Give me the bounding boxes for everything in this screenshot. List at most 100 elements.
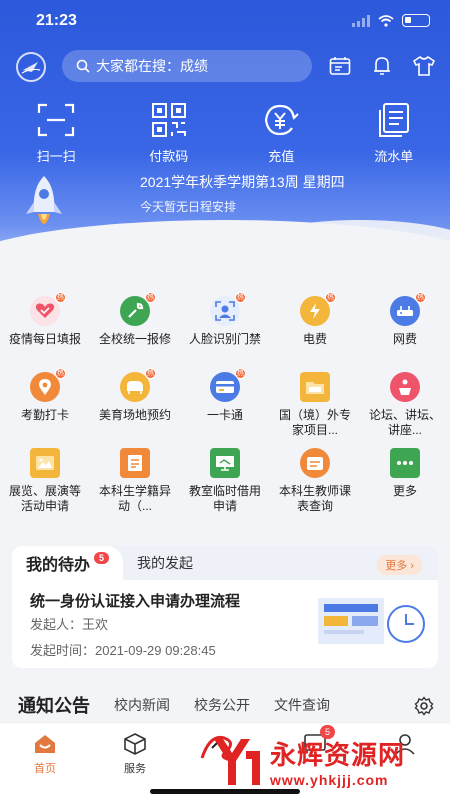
service-student-status[interactable]: 本科生学籍异动（... xyxy=(90,448,180,524)
podium-icon xyxy=(390,372,420,402)
watermark-logo-icon xyxy=(214,739,260,785)
schedule-banner[interactable]: 2021学年秋季学期第13周 星期四 今天暂无日程安排 xyxy=(26,172,345,224)
service-label: 本科生教师课表查询 xyxy=(278,484,351,513)
service-more[interactable]: 更多 xyxy=(360,448,450,524)
box-icon xyxy=(122,731,148,757)
service-forum[interactable]: 论坛、讲坛、讲座... xyxy=(360,372,450,448)
calendar-icon[interactable] xyxy=(328,54,352,78)
service-label: 本科生学籍异动（... xyxy=(98,484,171,513)
service-label: 疫情每日填报 xyxy=(8,332,81,346)
rocket-icon xyxy=(26,176,62,224)
tab-my-initiated[interactable]: 我的发起 xyxy=(137,553,193,573)
signal-icon xyxy=(352,14,370,27)
service-label: 考勤打卡 xyxy=(20,408,69,422)
service-label: 论坛、讲坛、讲座... xyxy=(368,408,441,437)
notice-tabs: 通知公告 校内新闻 校务公开 文件查询 xyxy=(0,690,450,720)
service-attendance[interactable]: 热 考勤打卡 xyxy=(0,368,90,448)
receipt-icon xyxy=(374,102,414,138)
wifi-icon xyxy=(378,14,394,27)
card-icon: 热 xyxy=(210,368,246,402)
service-label: 国（境）外专家项目... xyxy=(278,408,351,437)
more-icon xyxy=(390,448,420,478)
service-label: 美育场地预约 xyxy=(98,408,171,422)
tab-my-todo[interactable]: 我的待办 5 xyxy=(12,546,124,580)
bell-icon[interactable] xyxy=(370,54,394,78)
student-record-icon xyxy=(120,448,150,478)
tab-home-label: 首页 xyxy=(34,763,56,775)
qrcode-icon xyxy=(149,102,189,138)
more-button[interactable]: 更多 › xyxy=(377,555,422,575)
quick-receipt-label: 流水单 xyxy=(374,149,414,164)
service-exhibition[interactable]: 展览、展演等活动申请 xyxy=(0,448,90,524)
todo-item-title[interactable]: 统一身份认证接入申请办理流程 xyxy=(30,590,240,611)
todo-count-badge: 5 xyxy=(94,552,110,564)
service-face-access[interactable]: 热 人脸识别门禁 xyxy=(180,292,270,372)
service-label: 更多 xyxy=(392,484,417,498)
quick-receipt[interactable]: 流水单 xyxy=(338,102,450,165)
tab-affairs[interactable]: 校务公开 xyxy=(194,695,250,715)
todo-time: 发起时间：2021-09-29 09:28:45 xyxy=(30,643,216,658)
tab-notice[interactable]: 通知公告 xyxy=(18,692,90,718)
service-label: 教室临时借用申请 xyxy=(188,484,261,513)
schedule-note: 今天暂无日程安排 xyxy=(140,200,237,214)
service-label: 电费 xyxy=(302,332,327,346)
quick-scan[interactable]: 扫一扫 xyxy=(0,102,113,165)
router-icon: 热 xyxy=(390,292,426,326)
lightning-icon: 热 xyxy=(300,292,336,326)
scan-icon xyxy=(36,102,76,138)
service-art-venue[interactable]: 热 美育场地预约 xyxy=(90,368,180,448)
watermark-title: 永辉资源网 xyxy=(270,739,406,770)
service-grid: 热 疫情每日填报 热 全校统一报修 热 人脸识别门禁 热 电费 热 网费 热 考… xyxy=(0,292,450,524)
service-label: 一卡通 xyxy=(206,408,243,422)
service-network[interactable]: 热 网费 xyxy=(360,292,450,372)
watermark: 永辉资源网 www.yhkjjj.com xyxy=(206,726,446,796)
gear-icon[interactable] xyxy=(414,696,434,716)
todo-card: 我的待办 5 我的发起 更多 › 统一身份认证接入申请办理流程 发起人：王欢 发… xyxy=(12,546,438,668)
search-input[interactable]: 大家都在搜：成绩 xyxy=(62,50,312,82)
battery-icon xyxy=(402,14,430,27)
tab-campus-news[interactable]: 校内新闻 xyxy=(114,695,170,715)
tab-service-label: 服务 xyxy=(124,763,146,775)
tab-home[interactable]: 首页 xyxy=(0,723,90,800)
service-label: 全校统一报修 xyxy=(98,332,171,346)
tab-my-todo-label: 我的待办 xyxy=(26,557,91,574)
quick-paycode-label: 付款码 xyxy=(149,149,189,164)
service-label: 网费 xyxy=(392,332,417,346)
service-label: 展览、展演等活动申请 xyxy=(8,484,81,513)
classroom-icon xyxy=(210,448,240,478)
service-label: 人脸识别门禁 xyxy=(188,332,261,346)
quick-actions: 扫一扫 付款码 充值 流水单 xyxy=(0,102,450,165)
service-timetable[interactable]: 本科生教师课表查询 xyxy=(270,448,360,524)
service-repair[interactable]: 热 全校统一报修 xyxy=(90,292,180,372)
location-pin-icon: 热 xyxy=(30,368,66,402)
schedule-week: 2021学年秋季学期第13周 星期四 xyxy=(140,174,345,190)
school-logo[interactable] xyxy=(16,52,46,82)
todo-initiator: 发起人：王欢 xyxy=(30,617,109,632)
service-classroom[interactable]: 教室临时借用申请 xyxy=(180,448,270,524)
process-illustration xyxy=(318,598,425,644)
service-electricity[interactable]: 热 电费 xyxy=(270,292,360,372)
shirt-icon[interactable] xyxy=(412,54,436,78)
status-time: 21:23 xyxy=(36,12,77,29)
yuan-recharge-icon xyxy=(261,102,301,138)
picture-icon xyxy=(30,448,60,478)
quick-paycode[interactable]: 付款码 xyxy=(113,102,226,165)
quick-recharge-label: 充值 xyxy=(268,149,295,164)
service-campus-card[interactable]: 热 一卡通 xyxy=(180,368,270,448)
heart-icon: 热 xyxy=(30,292,66,326)
home-icon xyxy=(32,731,58,757)
service-foreign-expert[interactable]: 国（境）外专家项目... xyxy=(270,372,360,448)
search-icon xyxy=(76,59,90,73)
quick-scan-label: 扫一扫 xyxy=(36,149,76,164)
service-epidemic[interactable]: 热 疫情每日填报 xyxy=(0,292,90,372)
face-scan-icon: 热 xyxy=(210,292,246,326)
wrench-icon: 热 xyxy=(120,292,156,326)
schedule-icon xyxy=(300,448,330,478)
tab-documents[interactable]: 文件查询 xyxy=(274,695,330,715)
home-indicator[interactable] xyxy=(150,789,300,794)
status-bar: 21:23 xyxy=(0,10,450,34)
folder-icon xyxy=(300,372,330,402)
search-placeholder: 大家都在搜：成绩 xyxy=(96,58,208,74)
cloud-decoration xyxy=(0,220,450,280)
quick-recharge[interactable]: 充值 xyxy=(225,102,338,165)
